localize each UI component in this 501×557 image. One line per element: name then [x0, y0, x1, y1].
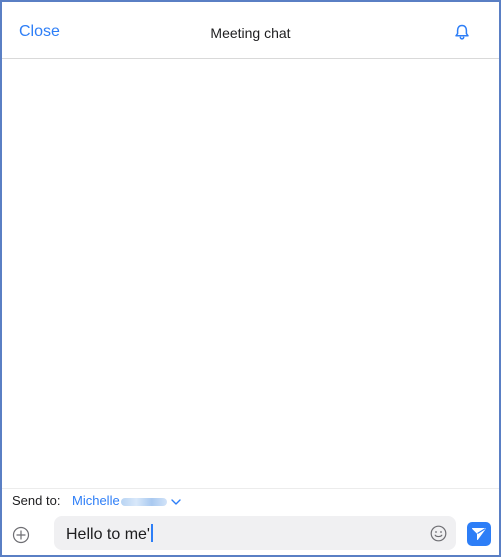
message-input-value: Hello to me' — [66, 524, 153, 544]
send-button[interactable] — [467, 522, 491, 546]
message-input[interactable]: Hello to me' — [54, 516, 456, 550]
meeting-chat-window: Close Meeting chat Send to: Michelle Hel… — [0, 0, 501, 557]
chevron-down-icon — [170, 498, 181, 505]
message-composer: Hello to me' — [2, 512, 499, 555]
emoji-icon[interactable] — [430, 525, 447, 542]
chat-header: Close Meeting chat — [2, 2, 499, 59]
page-title: Meeting chat — [210, 25, 291, 41]
send-to-label: Send to: — [12, 493, 61, 508]
chat-messages-area[interactable] — [2, 59, 499, 489]
text-caret — [150, 524, 153, 542]
bell-icon[interactable] — [453, 23, 471, 41]
plus-circle-icon[interactable] — [12, 526, 30, 544]
send-icon — [472, 527, 486, 540]
send-to-bar: Send to: Michelle — [2, 488, 499, 512]
recipient-name: Michelle — [72, 493, 120, 508]
recipient-selector[interactable]: Michelle — [72, 490, 181, 512]
redacted-surname — [120, 497, 167, 506]
